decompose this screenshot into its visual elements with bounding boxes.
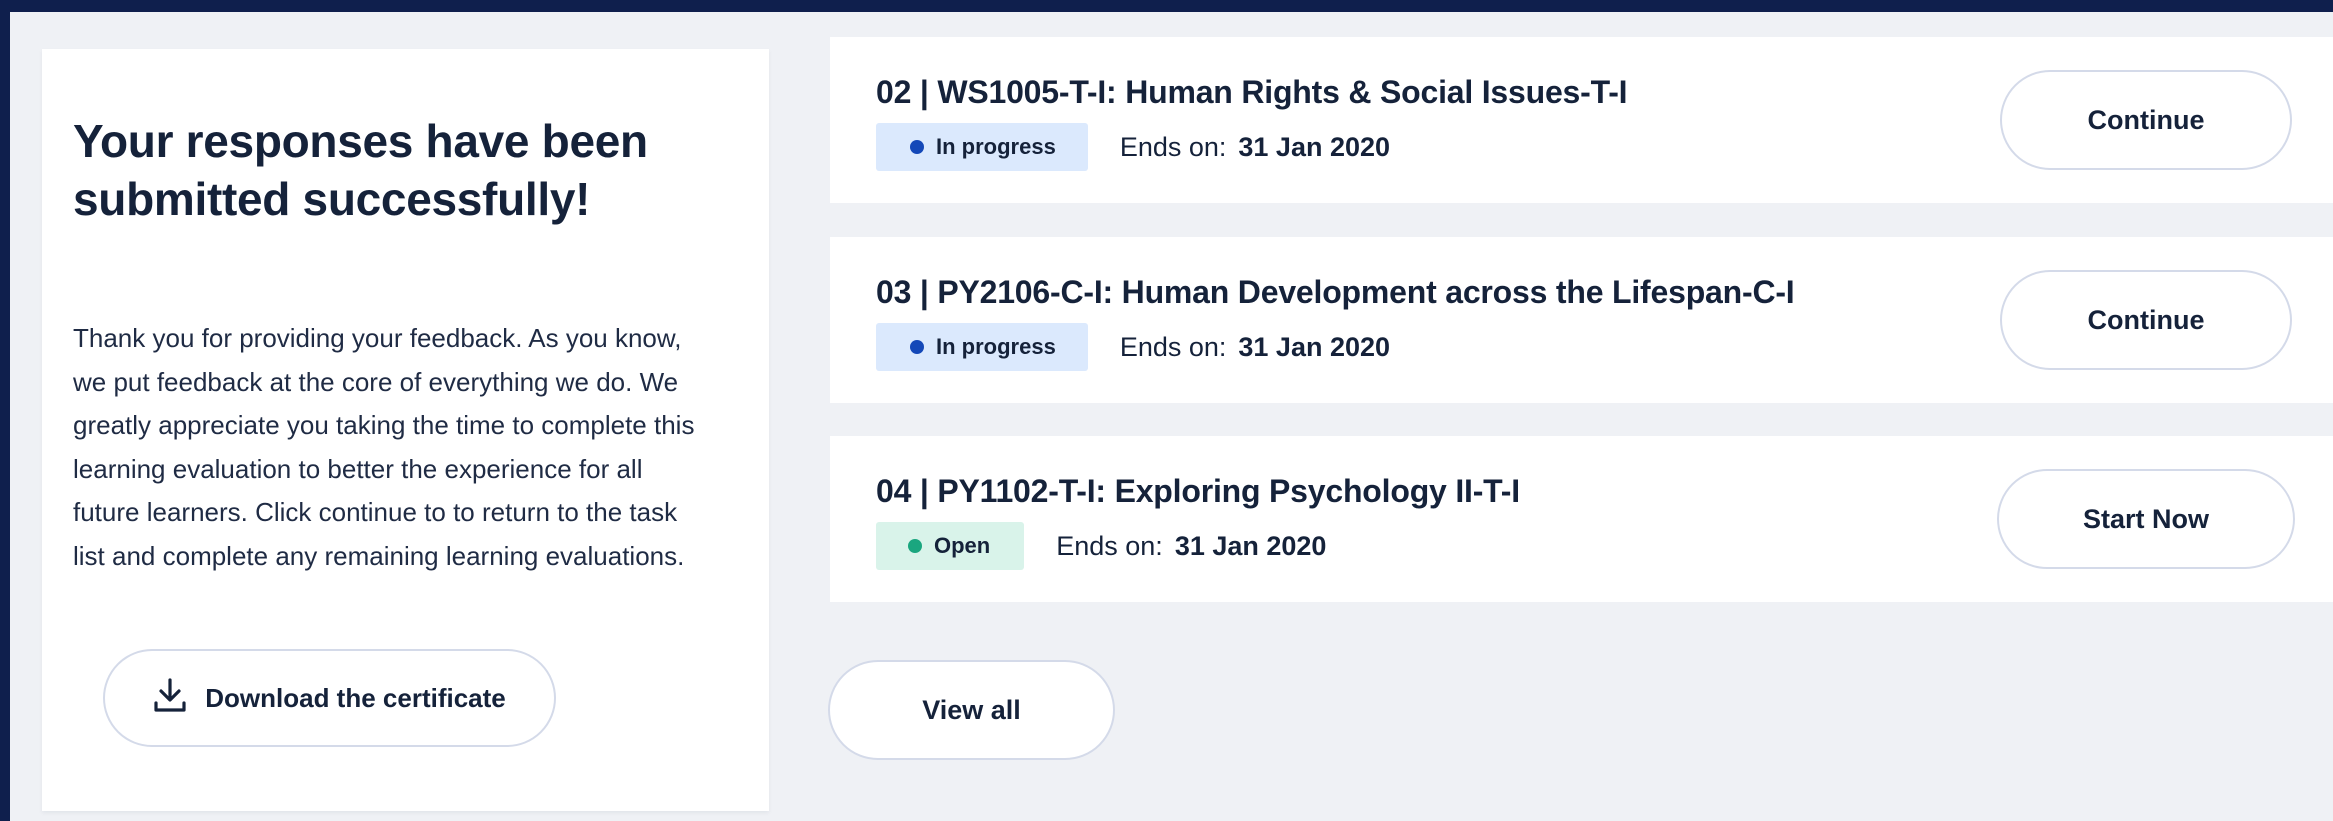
success-message: Thank you for providing your feedback. A…: [73, 323, 695, 571]
task-meta: In progress Ends on: 31 Jan 2020: [876, 323, 1390, 371]
task-card: 03 | PY2106-C-I: Human Development acros…: [830, 237, 2333, 403]
status-dot: [910, 340, 924, 354]
end-date: Ends on: 31 Jan 2020: [1056, 531, 1326, 562]
continue-button[interactable]: Continue: [2000, 270, 2292, 370]
download-certificate-button[interactable]: Download the certificate: [103, 649, 556, 747]
end-date-value: 31 Jan 2020: [1238, 131, 1391, 162]
task-meta: Open Ends on: 31 Jan 2020: [876, 522, 1326, 570]
task-title: 04 | PY1102-T-I: Exploring Psychology II…: [876, 473, 1520, 509]
app-frame: Your responses have been submitted succe…: [0, 0, 2333, 821]
task-title: 02 | WS1005-T-I: Human Rights & Social I…: [876, 74, 1628, 110]
download-certificate-label: Download the certificate: [205, 682, 506, 713]
download-icon: [153, 677, 187, 720]
task-card: 02 | WS1005-T-I: Human Rights & Social I…: [830, 37, 2333, 203]
end-date-label: Ends on:: [1119, 331, 1227, 362]
view-all-button[interactable]: View all: [828, 660, 1115, 760]
end-date-label: Ends on:: [1056, 530, 1163, 561]
end-date: Ends on: 31 Jan 2020: [1120, 132, 1390, 163]
end-date-value: 31 Jan 2020: [1174, 530, 1327, 561]
status-label: Open: [934, 533, 991, 558]
success-title: Your responses have been submitted succe…: [73, 115, 648, 225]
status-dot: [908, 539, 922, 553]
status-badge: In progress: [876, 323, 1088, 371]
task-title: 03 | PY2106-C-I: Human Development acros…: [876, 274, 1795, 310]
status-badge: Open: [876, 522, 1025, 570]
status-dot: [910, 140, 924, 154]
status-badge: In progress: [876, 123, 1088, 171]
task-meta: In progress Ends on: 31 Jan 2020: [876, 123, 1390, 171]
end-date-label: Ends on:: [1119, 131, 1227, 162]
continue-button[interactable]: Continue: [2000, 70, 2292, 170]
status-label: In progress: [936, 134, 1056, 159]
status-label: In progress: [936, 334, 1056, 359]
end-date-value: 31 Jan 2020: [1238, 331, 1391, 362]
start-now-button[interactable]: Start Now: [1997, 469, 2295, 569]
task-card: 04 | PY1102-T-I: Exploring Psychology II…: [830, 436, 2333, 602]
end-date: Ends on: 31 Jan 2020: [1120, 332, 1390, 363]
